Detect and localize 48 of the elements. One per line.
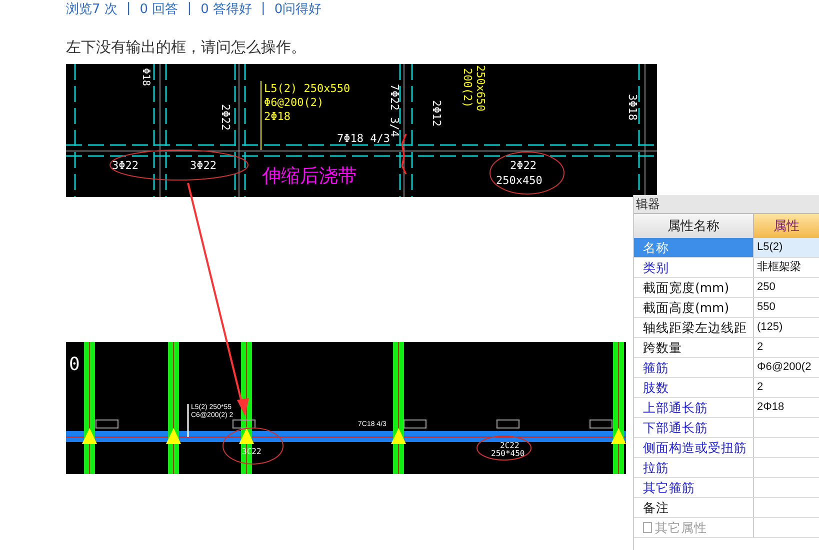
drawing-label: L5(2) 250x550 [264, 82, 350, 95]
separator: | [126, 1, 131, 16]
empty-frame [404, 420, 426, 428]
drawing-label: 伸缩后浇带 [262, 165, 357, 187]
empty-frame [96, 420, 118, 428]
property-value[interactable]: 2 [757, 341, 764, 353]
drawing-label: 2Φ22 [219, 104, 232, 130]
separator: | [261, 1, 266, 16]
drawing-label: 3Φ18 [626, 94, 639, 120]
drawing-label: 7Φ18 4/3 [337, 132, 390, 145]
stat-text: 浏览7 次 [66, 0, 118, 18]
empty-frame [590, 420, 612, 428]
empty-frame [232, 420, 256, 428]
drawing-label: 250x450 [496, 174, 542, 187]
property-value[interactable]: 550 [757, 301, 776, 313]
panel-title: 辑器 [634, 195, 819, 214]
question-text: 左下没有输出的框，请问怎么操作。 [66, 37, 307, 58]
property-value[interactable]: 250 [757, 281, 776, 293]
separator: | [187, 1, 192, 16]
circle-mark [222, 428, 284, 464]
drawing-label: Φ6@200(2) [264, 96, 324, 109]
drawing-label: 2C22 [500, 441, 520, 450]
drawing-label: 250x650 [474, 65, 487, 112]
drawing-label: 7Φ22 3/4 [388, 84, 401, 137]
stat-text: 0 回答 [140, 0, 178, 18]
circle-mark [476, 436, 532, 460]
stat-text: 0问得好 [274, 0, 322, 18]
property-value[interactable]: (125) [757, 321, 783, 333]
drawing-label: 2Φ18 [264, 110, 290, 123]
column-header: 属性名称 [634, 214, 754, 238]
property-value[interactable]: Φ6@200(2 [757, 361, 812, 373]
property-value[interactable]: 非框架梁 [757, 261, 801, 273]
drawing-label: 200(2) [461, 68, 474, 108]
stat-text: 0 答得好 [200, 0, 252, 18]
drawing-label: 250*450 [491, 449, 525, 458]
drawing-label: 2Φ12 [430, 100, 443, 126]
property-value[interactable]: 2Φ18 [757, 401, 784, 413]
drawing-label: 3C22 [242, 447, 262, 456]
drawing-label: 3Φ22 [190, 159, 216, 172]
empty-frame [496, 420, 520, 428]
collapse-icon[interactable] [643, 522, 652, 533]
drawing-label: 3Φ22 [112, 159, 138, 172]
drawing-label: 0 [69, 354, 80, 375]
column-header: 属性 [754, 214, 819, 238]
drawing-label: 2Φ22 [510, 159, 536, 172]
drawing-label: Φ18 [140, 68, 151, 86]
property-value[interactable]: 2 [757, 381, 764, 393]
leader-line [187, 404, 189, 437]
